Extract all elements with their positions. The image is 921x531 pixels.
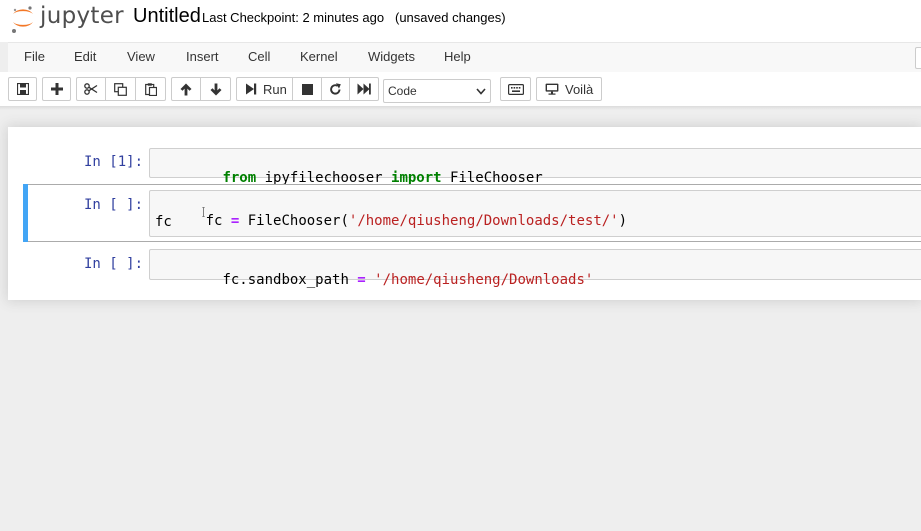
copy-icon: [114, 82, 127, 96]
code-token: '/home/qiusheng/Downloads': [374, 272, 594, 288]
code-cell-1[interactable]: In [1]: from ipyfilechooser import FileC…: [8, 147, 921, 186]
insert-cell-button[interactable]: [42, 77, 71, 101]
logo-text: jupyter: [40, 3, 124, 29]
code-line: fc.sandbox_path = '/home/qiusheng/Downlo…: [155, 256, 593, 304]
desktop-icon: [545, 83, 559, 95]
code-token: fc.sandbox_path: [222, 272, 358, 288]
run-button[interactable]: Run: [236, 77, 293, 101]
code-token: FileChooser(: [239, 213, 349, 229]
run-button-label: Run: [263, 81, 287, 97]
clipboard-icon: [144, 82, 157, 96]
input-prompt: In [ ]:: [84, 197, 144, 213]
code-line: fc = FileChooser('/home/qiusheng/Downloa…: [155, 197, 627, 245]
input-prompt: In [ ]:: [84, 256, 144, 272]
checkpoint-status: Last Checkpoint: 2 minutes ago: [202, 10, 385, 25]
move-down-button[interactable]: [201, 77, 231, 101]
code-input[interactable]: from ipyfilechooser import FileChooser: [149, 148, 921, 186]
save-button[interactable]: [8, 77, 37, 101]
code-token: '/home/qiusheng/Downloads/test/': [348, 213, 619, 229]
menu-view[interactable]: View: [127, 49, 155, 64]
menu-edit[interactable]: Edit: [74, 49, 96, 64]
cut-button[interactable]: [76, 77, 106, 101]
menu-kernel[interactable]: Kernel: [300, 49, 338, 64]
code-input[interactable]: fc = FileChooser('/home/qiusheng/Downloa…: [149, 190, 921, 237]
toolbar-shadow: [0, 106, 921, 110]
refresh-icon: [330, 82, 341, 95]
jupyter-logo-icon: [12, 6, 33, 33]
chevron-down-icon: [476, 88, 486, 95]
text-cursor-icon: [202, 207, 205, 217]
scissors-icon: [84, 83, 98, 95]
voila-button-label: Voilà: [565, 81, 594, 97]
menu-bar: File Edit View Insert Cell Kernel Widget…: [8, 42, 921, 73]
menu-help[interactable]: Help: [444, 49, 471, 64]
code-cell-3[interactable]: In [ ]: fc.sandbox_path = '/home/qiushen…: [8, 248, 921, 288]
step-forward-icon: [246, 83, 257, 95]
floppy-icon: [16, 83, 29, 95]
restart-run-all-button[interactable]: [350, 77, 379, 101]
notebook-title[interactable]: Untitled: [133, 5, 201, 28]
kernel-indicator[interactable]: [915, 47, 921, 69]
code-token: ): [618, 213, 628, 229]
interrupt-button[interactable]: [293, 77, 322, 101]
stop-icon: [301, 83, 313, 95]
menu-file[interactable]: File: [24, 49, 45, 64]
code-cell-2[interactable]: In [ ]: fc = FileChooser('/home/qiusheng…: [8, 184, 921, 242]
menu-insert[interactable]: Insert: [186, 49, 219, 64]
menu-widgets[interactable]: Widgets: [368, 49, 415, 64]
copy-button[interactable]: [106, 77, 136, 101]
menu-cell[interactable]: Cell: [248, 49, 270, 64]
cell-type-select[interactable]: Code: [383, 79, 491, 103]
input-prompt: In [1]:: [84, 154, 144, 170]
arrow-up-icon: [180, 83, 192, 95]
code-line: fc: [155, 214, 172, 230]
arrow-down-icon: [210, 83, 221, 95]
code-token: fc: [205, 213, 231, 229]
jupyter-logo[interactable]: jupyter: [10, 2, 124, 36]
code-token: =: [357, 272, 366, 288]
command-palette-button[interactable]: [500, 77, 531, 101]
move-up-button[interactable]: [171, 77, 201, 101]
notebook-header: jupyter Untitled Last Checkpoint: 2 minu…: [0, 0, 921, 42]
plus-icon: [50, 83, 63, 95]
keyboard-icon: [507, 83, 524, 95]
unsaved-status: (unsaved changes): [395, 10, 506, 25]
cell-type-value: Code: [388, 84, 417, 98]
restart-button[interactable]: [322, 77, 350, 101]
code-input[interactable]: fc.sandbox_path = '/home/qiusheng/Downlo…: [149, 249, 921, 288]
paste-button[interactable]: [136, 77, 166, 101]
fast-forward-icon: [357, 83, 371, 95]
voila-button[interactable]: Voilà: [536, 77, 602, 101]
